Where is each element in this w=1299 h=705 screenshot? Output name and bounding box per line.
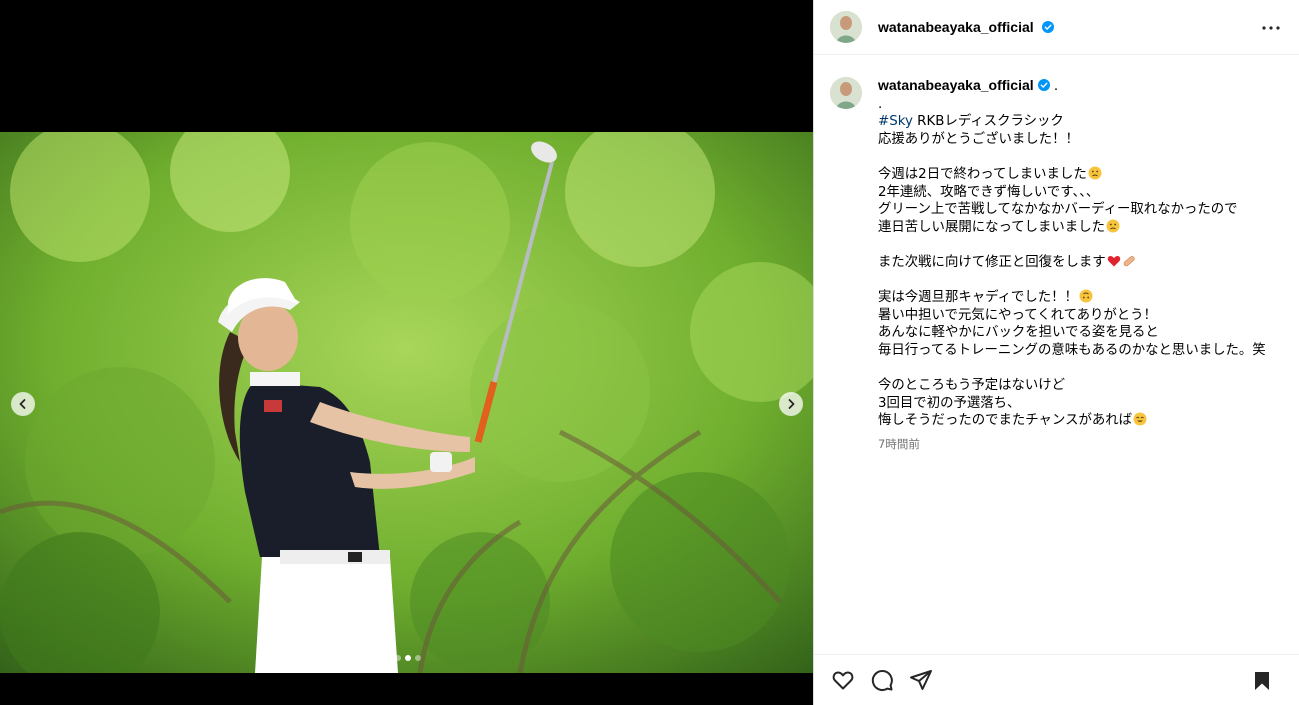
caption-blank — [878, 148, 1284, 166]
caption-blank — [878, 272, 1284, 290]
caption-avatar[interactable] — [830, 77, 862, 109]
caption-line-with-emoji: 連日苦しい展開になってしまいました — [878, 219, 1284, 237]
caption-line: あんなに軽やかにバックを担いでる姿を見ると — [878, 325, 1159, 341]
verified-badge-icon — [1041, 21, 1054, 33]
save-button[interactable] — [1249, 668, 1275, 694]
caption-line: 今週は2日で終わってしまいました — [878, 166, 1087, 182]
upside-down-face-emoji-icon — [1079, 289, 1093, 303]
caption-line: 暑い中担いで元気にやってくれてありがとう！ — [878, 307, 1157, 323]
bandage-emoji-icon — [1123, 256, 1135, 267]
caption-line: また次戦に向けて修正と回復をします — [878, 254, 1106, 270]
caption-line: 2年連続、攻略できず悔しいです、、、 — [878, 184, 1100, 200]
golfer-photo — [0, 132, 813, 673]
hashtag-link[interactable]: #Sky — [878, 114, 913, 129]
comment-icon — [871, 670, 893, 691]
caption-line: 3回目で初の予選落ち、 — [878, 395, 1021, 411]
caption-line: 悔しそうだったのでまたチャンスがあれば — [878, 413, 1133, 429]
caption-line: 応援ありがとうございました！！ — [878, 131, 1079, 147]
heart-icon — [832, 671, 854, 690]
caption-line: 実は今週旦那キャディでした！！ — [878, 290, 1078, 306]
carousel-dot-active — [405, 655, 411, 661]
chevron-left-icon — [19, 399, 26, 409]
smiling-face-emoji-icon — [1133, 412, 1147, 426]
more-options-button[interactable] — [1259, 16, 1283, 40]
chevron-right-icon — [788, 399, 795, 409]
caption-blank — [878, 360, 1284, 378]
verified-badge-icon — [1037, 79, 1050, 91]
media-pane — [0, 0, 813, 705]
caption-hashtag-line: #Sky RKBレディスクラシック — [878, 113, 1284, 131]
caption-line: RKBレディスクラシック — [912, 114, 1064, 130]
caption-area: watanabeayaka_official . . #Sky RKBレディスク… — [814, 56, 1299, 654]
avatar-image — [830, 11, 862, 43]
post-photo — [0, 132, 813, 673]
caption-line-with-emoji: また次戦に向けて修正と回復をします — [878, 254, 1284, 272]
like-button[interactable] — [830, 667, 856, 693]
caption-line: 今のところもう予定はないけど — [878, 378, 1066, 394]
caption-row: watanabeayaka_official . . #Sky RKBレディスク… — [830, 77, 1284, 453]
caption-line-with-emoji: 実は今週旦那キャディでした！！ — [878, 289, 1284, 307]
username-text[interactable]: watanabeayaka_official — [878, 19, 1034, 35]
caption-username[interactable]: watanabeayaka_official — [878, 77, 1034, 93]
caption-line-with-emoji: 今週は2日で終わってしまいました — [878, 166, 1284, 184]
bookmark-icon — [1255, 672, 1269, 690]
carousel-dot — [415, 655, 421, 661]
next-image-button[interactable] — [779, 392, 803, 416]
sad-face-emoji-icon — [1106, 219, 1120, 233]
share-button[interactable] — [908, 667, 934, 693]
author-username[interactable]: watanabeayaka_official — [878, 19, 1054, 35]
post-header: watanabeayaka_official — [814, 0, 1299, 55]
caption-line-with-emoji: 悔しそうだったのでまたチャンスがあれば — [878, 412, 1284, 430]
caption-line: . — [878, 96, 883, 112]
caption-suffix: . — [1049, 79, 1059, 94]
caption-text: watanabeayaka_official . . #Sky RKBレディスク… — [878, 77, 1284, 453]
caption-first-line: watanabeayaka_official . — [878, 77, 1284, 96]
post-actions-bar — [814, 654, 1299, 705]
comment-button[interactable] — [869, 667, 895, 693]
caption-blank — [878, 236, 1284, 254]
previous-image-button[interactable] — [11, 392, 35, 416]
caption-line: 連日苦しい展開になってしまいました — [878, 219, 1105, 235]
post-timestamp[interactable]: 7時間前 — [878, 436, 1284, 454]
red-heart-emoji-icon — [1107, 255, 1120, 267]
avatar-image — [830, 77, 862, 109]
caption-line: グリーン上で苦戦してなかなかバーディー取れなかったので — [878, 202, 1238, 218]
caption-line: 毎日行ってるトレーニングの意味もあるのかなと思いました。笑 — [878, 342, 1266, 358]
sad-face-emoji-icon — [1088, 166, 1102, 180]
carousel-indicator — [395, 655, 421, 661]
more-horizontal-icon — [1262, 26, 1280, 30]
carousel-dot — [395, 655, 401, 661]
paper-plane-icon — [910, 670, 932, 690]
post-side-panel: watanabeayaka_official watanabeayaka_off… — [813, 0, 1299, 705]
author-avatar[interactable] — [830, 11, 862, 43]
